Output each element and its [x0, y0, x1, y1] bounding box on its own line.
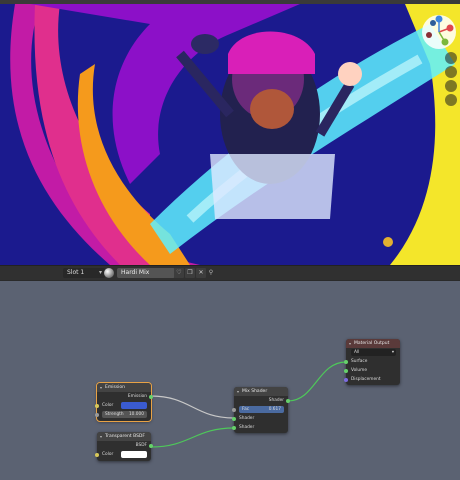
mix-output-row: Shader	[269, 397, 284, 404]
pin-icon[interactable]: ⚲	[206, 268, 216, 278]
mix-fac-label: Fac	[242, 407, 250, 412]
transparent-output-row: BSDF	[136, 442, 147, 449]
emission-strength-socket[interactable]	[95, 413, 99, 417]
collapse-triangle-icon[interactable]: ▾	[237, 387, 239, 396]
output-surface-socket[interactable]	[344, 360, 348, 364]
emission-strength-value: 10.000	[128, 412, 144, 417]
3d-viewport[interactable]	[0, 4, 460, 265]
material-header-bar: Slot 1 ▾ Hardi Mix ♡ ❐ ✕ ⚲	[0, 265, 460, 280]
gizmo-axes-icon[interactable]	[421, 14, 457, 50]
close-icon[interactable]: ✕	[196, 268, 206, 278]
duplicate-icon[interactable]: ❐	[185, 268, 195, 278]
mix-shader2-socket[interactable]	[232, 426, 236, 430]
transparent-node-header[interactable]: ▾ Transparent BSDF	[97, 432, 151, 441]
mix-node-title: Mix Shader	[242, 389, 268, 394]
emission-color-row: Color	[102, 402, 113, 409]
output-node-title: Material Output	[354, 341, 390, 346]
transparent-color-row: Color	[102, 451, 113, 458]
emission-strength-field[interactable]: Strength 10.000	[102, 411, 147, 418]
hand-pan-icon[interactable]	[445, 66, 457, 78]
emission-node-title: Emission	[105, 385, 126, 390]
emission-output-label: Emission	[127, 394, 147, 399]
output-node-header[interactable]: ▾ Material Output	[346, 339, 400, 348]
output-target-dropdown[interactable]: All ▾	[351, 349, 396, 356]
emission-output-row: Emission	[128, 393, 147, 400]
mix-shader1-label: Shader	[239, 416, 255, 421]
emission-node[interactable]: ▾ Emission Emission Color Strength 10.00…	[95, 382, 153, 422]
chevron-down-icon: ▾	[391, 350, 394, 355]
emission-strength-label: Strength	[105, 412, 124, 417]
mix-output-label: Shader	[268, 398, 284, 403]
emission-color-label: Color	[102, 403, 114, 408]
mix-fac-field[interactable]: Fac 0.617	[239, 406, 284, 413]
output-volume-socket[interactable]	[344, 369, 348, 373]
collapse-triangle-icon[interactable]: ▾	[100, 383, 102, 392]
mix-shader2-row: Shader	[239, 424, 254, 431]
mix-shader1-row: Shader	[239, 415, 254, 422]
emission-output-socket[interactable]	[149, 395, 153, 399]
material-sphere-icon[interactable]	[104, 268, 114, 278]
perspective-grid-icon[interactable]	[445, 94, 457, 106]
mix-shader-node[interactable]: ▾ Mix Shader Shader Fac 0.617 Shader Sha…	[232, 387, 290, 433]
output-surface-label: Surface	[351, 359, 368, 364]
link-emission-to-mix	[150, 395, 235, 419]
mix-output-socket[interactable]	[286, 399, 290, 403]
transparent-color-socket[interactable]	[95, 453, 99, 457]
output-displacement-socket[interactable]	[344, 378, 348, 382]
material-name-field[interactable]: Hardi Mix	[117, 268, 175, 278]
transparent-node-title: Transparent BSDF	[105, 434, 145, 439]
material-output-node[interactable]: ▾ Material Output All ▾ Surface Volume D…	[344, 339, 400, 385]
slot-label: Slot 1	[67, 269, 85, 276]
output-volume-row: Volume	[351, 367, 367, 374]
emission-node-header[interactable]: ▾ Emission	[97, 383, 151, 392]
shader-node-editor[interactable]: ▾ Emission Emission Color Strength 10.00…	[0, 281, 460, 480]
output-target-value: All	[354, 350, 360, 355]
slot-dropdown[interactable]: Slot 1 ▾	[63, 268, 105, 278]
emission-color-swatch[interactable]	[121, 402, 147, 409]
mix-fac-value: 0.617	[268, 407, 281, 412]
collapse-triangle-icon[interactable]: ▾	[349, 339, 351, 348]
render-artwork	[0, 4, 460, 265]
transparent-color-label: Color	[102, 452, 114, 457]
transparent-output-label: BSDF	[135, 443, 147, 448]
mix-node-header[interactable]: ▾ Mix Shader	[234, 387, 288, 396]
zoom-icon[interactable]	[445, 52, 457, 64]
link-transparent-to-mix	[150, 427, 235, 448]
mix-shader2-label: Shader	[239, 425, 255, 430]
fake-user-shield-icon[interactable]: ♡	[174, 268, 184, 278]
mix-shader1-socket[interactable]	[232, 417, 236, 421]
chevron-down-icon: ▾	[98, 269, 102, 276]
output-volume-label: Volume	[351, 368, 367, 373]
link-mix-to-output	[287, 361, 347, 402]
camera-view-icon[interactable]	[445, 80, 457, 92]
output-displacement-label: Displacement	[351, 377, 381, 382]
emission-color-socket[interactable]	[95, 404, 99, 408]
mix-fac-socket[interactable]	[232, 408, 236, 412]
material-name: Hardi Mix	[121, 269, 150, 276]
transparent-color-swatch[interactable]	[121, 451, 147, 458]
transparent-output-socket[interactable]	[149, 444, 153, 448]
transparent-bsdf-node[interactable]: ▾ Transparent BSDF BSDF Color	[95, 432, 153, 461]
output-displacement-row: Displacement	[351, 376, 381, 383]
output-surface-row: Surface	[351, 358, 367, 365]
collapse-triangle-icon[interactable]: ▾	[100, 432, 102, 441]
